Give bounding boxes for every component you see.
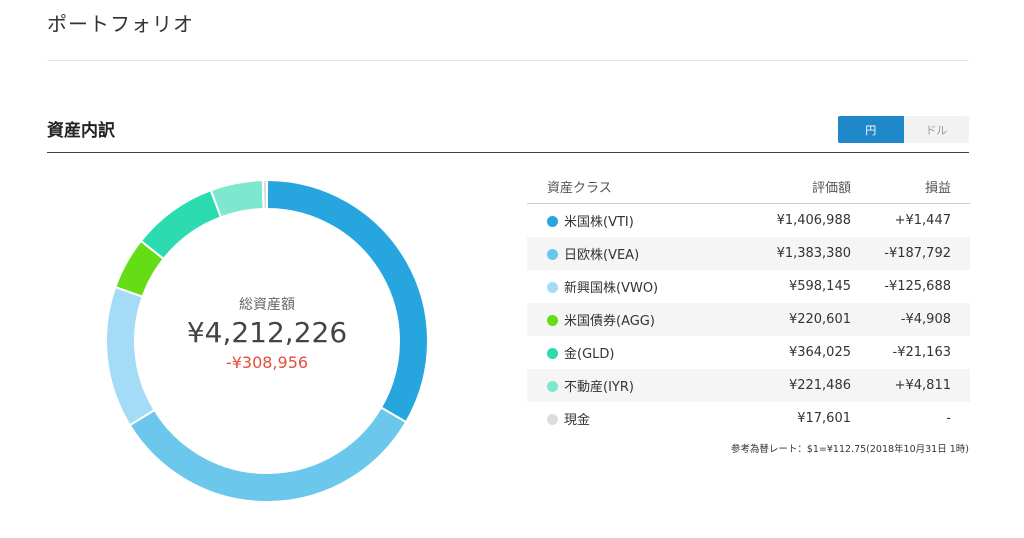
section-divider [47,152,969,153]
legend-dot-icon [547,348,558,359]
currency-dollar-button[interactable]: ドル [903,116,969,143]
asset-value: ¥1,383,380 [747,237,851,270]
header-value: 評価額 [747,170,851,204]
table-row: 日欧株(VEA) ¥1,383,380 -¥187,792 [527,237,970,270]
page-title: ポートフォリオ [47,12,194,36]
table-row: 不動産(IYR) ¥221,486 +¥4,811 [527,369,970,402]
asset-value: ¥221,486 [747,369,851,402]
donut-slice-5 [209,180,265,219]
asset-name: 米国株(VTI) [564,215,634,230]
table-row: 米国株(VTI) ¥1,406,988 +¥1,447 [527,204,970,238]
asset-name: 新興国株(VWO) [564,281,659,296]
asset-donut-chart: 総資産額 ¥4,212,226 -¥308,956 [106,180,428,502]
header-asset-class: 資産クラス [527,170,747,204]
asset-gain: -¥21,163 [892,345,951,360]
table-row: 米国債券(AGG) ¥220,601 -¥4,908 [527,303,970,336]
asset-name: 不動産(IYR) [564,380,634,395]
asset-value: ¥364,025 [788,345,851,360]
table-row: 金(GLD) ¥364,025 -¥21,163 [527,336,970,369]
asset-value: ¥220,601 [747,303,851,336]
legend-dot-icon [547,216,558,227]
donut-slice-6 [261,180,268,211]
asset-value: ¥598,145 [788,279,851,294]
fx-rate-note: 参考為替レート：$1=¥112.75(2018年10月31日 1時) [730,444,969,455]
asset-name: 現金 [564,413,591,428]
donut-slice-4 [139,188,223,261]
table-row: 新興国株(VWO) ¥598,145 -¥125,688 [527,270,970,303]
donut-slice-1 [128,406,408,502]
donut-center: 総資産額 ¥4,212,226 -¥308,956 [106,294,428,372]
title-divider [47,60,969,61]
asset-table: 資産クラス 評価額 損益 米国株(VTI) ¥1,406,988 +¥1,447… [527,170,970,435]
total-assets-value: ¥4,212,226 [186,316,348,349]
legend-dot-icon [547,315,558,326]
currency-yen-button[interactable]: 円 [838,116,904,143]
table-row: 現金 ¥17,601 - [527,402,970,435]
total-assets-label: 総資産額 [239,297,295,313]
section-title: 資産内訳 [47,121,115,141]
asset-gain: +¥4,811 [851,369,970,402]
asset-value: ¥17,601 [797,411,851,426]
legend-dot-icon [547,381,558,392]
total-gain-value: -¥308,956 [225,353,309,372]
asset-gain: +¥1,447 [894,213,951,228]
asset-name: 米国債券(AGG) [564,314,655,329]
table-header-row: 資産クラス 評価額 損益 [527,170,970,204]
legend-dot-icon [547,414,558,425]
asset-gain: -¥4,908 [851,303,970,336]
asset-name: 金(GLD) [564,347,615,362]
asset-gain: - [946,411,951,426]
legend-dot-icon [547,249,558,260]
header-gain: 損益 [851,170,970,204]
legend-dot-icon [547,282,558,293]
currency-toggle: 円 ドル [838,116,969,143]
asset-value: ¥1,406,988 [776,213,851,228]
asset-name: 日欧株(VEA) [564,248,640,263]
asset-gain: -¥125,688 [884,279,951,294]
asset-gain: -¥187,792 [851,237,970,270]
